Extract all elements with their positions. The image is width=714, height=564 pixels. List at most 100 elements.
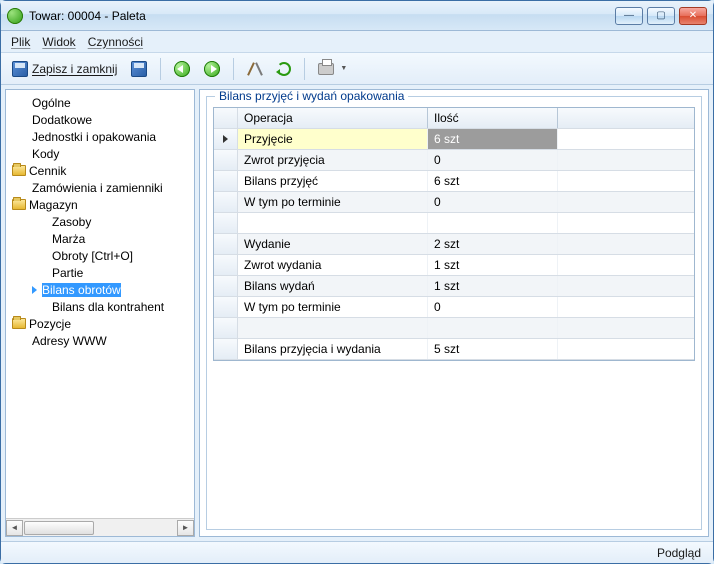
toolbar-separator [233,58,234,80]
balance-grid[interactable]: Operacja Ilość Przyjęcie6 sztZwrot przyj… [213,107,695,361]
sidebar: Ogólne Dodatkowe Jednostki i opakowania … [5,89,195,537]
row-header [214,129,238,149]
main-panel: Bilans przyjęć i wydań opakowania Operac… [199,89,709,537]
toolbar-separator [304,58,305,80]
status-mode: Podgląd [657,546,701,560]
refresh-button[interactable] [272,57,296,81]
nav-units[interactable]: Jednostki i opakowania [8,128,194,145]
tools-icon [247,61,263,77]
refresh-icon [277,62,291,76]
row-header [214,318,238,338]
save-button[interactable] [126,57,152,81]
grid-row[interactable] [214,213,694,234]
window-controls: — ▢ ✕ [615,7,707,25]
scroll-right-button[interactable]: ► [177,520,194,536]
grid-row[interactable] [214,318,694,339]
toolbar-separator [160,58,161,80]
nav-label: Zamówienia i zamienniki [32,181,163,195]
forward-button[interactable] [199,57,225,81]
nav-label: Bilans obrotów [42,283,121,297]
grid-row[interactable]: W tym po terminie0 [214,297,694,318]
dropdown-arrow-icon: ▼ [340,65,347,72]
cell-quantity: 0 [428,297,558,317]
minimize-button[interactable]: — [615,7,643,25]
grid-row[interactable]: Zwrot wydania1 szt [214,255,694,276]
nav-positions[interactable]: Pozycje [8,315,194,332]
nav-label: Ogólne [32,96,71,110]
status-bar: Podgląd [1,541,713,563]
cell-operation: W tym po terminie [238,192,428,212]
cell-quantity: 1 szt [428,255,558,275]
nav-label: Obroty [Ctrl+O] [52,249,133,263]
nav-www[interactable]: Adresy WWW [8,332,194,349]
grid-row[interactable]: Bilans przyjęcia i wydania5 szt [214,339,694,360]
back-arrow-icon [174,61,190,77]
row-header-corner [214,108,238,128]
app-icon [7,8,23,24]
cell-operation [238,213,428,233]
toolbar: Zapisz i zamknij ▼ [1,53,713,85]
print-button[interactable]: ▼ [313,57,352,81]
nav-contr-balance[interactable]: Bilans dla kontrahent [8,298,194,315]
selected-arrow-icon [32,286,37,294]
grid-row[interactable]: Bilans wydań1 szt [214,276,694,297]
nav-label: Adresy WWW [32,334,107,348]
forward-arrow-icon [204,61,220,77]
cell-operation [238,318,428,338]
nav-tree[interactable]: Ogólne Dodatkowe Jednostki i opakowania … [6,90,194,518]
menu-view[interactable]: Widok [42,35,75,49]
col-operation[interactable]: Operacja [238,108,428,128]
grid-row[interactable]: Zwrot przyjęcia0 [214,150,694,171]
nav-margin[interactable]: Marża [8,230,194,247]
nav-label: Jednostki i opakowania [32,130,156,144]
row-header [214,171,238,191]
row-header [214,234,238,254]
cell-operation: Zwrot przyjęcia [238,150,428,170]
nav-orders[interactable]: Zamówienia i zamienniki [8,179,194,196]
nav-general[interactable]: Ogólne [8,94,194,111]
nav-pricelist[interactable]: Cennik [8,162,194,179]
row-header [214,255,238,275]
nav-balance[interactable]: Bilans obrotów [8,281,194,298]
nav-codes[interactable]: Kody [8,145,194,162]
scroll-left-button[interactable]: ◄ [6,520,23,536]
save-close-label: Zapisz i zamknij [32,62,117,76]
menu-bar: Plik Widok Czynności [1,31,713,53]
nav-batches[interactable]: Partie [8,264,194,281]
tools-button[interactable] [242,57,268,81]
cell-quantity: 0 [428,192,558,212]
window-title: Towar: 00004 - Paleta [29,9,146,23]
back-button[interactable] [169,57,195,81]
sidebar-hscrollbar[interactable]: ◄ ► [6,518,194,536]
body-area: Ogólne Dodatkowe Jednostki i opakowania … [1,85,713,541]
cell-quantity: 1 szt [428,276,558,296]
close-button[interactable]: ✕ [679,7,707,25]
grid-row[interactable]: Przyjęcie6 szt [214,129,694,150]
nav-warehouse[interactable]: Magazyn [8,196,194,213]
row-header [214,276,238,296]
cell-operation: Wydanie [238,234,428,254]
nav-label: Zasoby [52,215,91,229]
grid-row[interactable]: Bilans przyjęć6 szt [214,171,694,192]
nav-turnover[interactable]: Obroty [Ctrl+O] [8,247,194,264]
grid-row[interactable]: W tym po terminie0 [214,192,694,213]
cell-quantity [428,318,558,338]
cell-operation: Bilans przyjęć [238,171,428,191]
balance-groupbox: Bilans przyjęć i wydań opakowania Operac… [206,96,702,530]
save-close-button[interactable]: Zapisz i zamknij [7,57,122,81]
col-quantity[interactable]: Ilość [428,108,558,128]
row-header [214,213,238,233]
nav-additional[interactable]: Dodatkowe [8,111,194,128]
cell-operation: Zwrot wydania [238,255,428,275]
maximize-button[interactable]: ▢ [647,7,675,25]
nav-stock[interactable]: Zasoby [8,213,194,230]
menu-actions[interactable]: Czynności [88,35,143,49]
grid-row[interactable]: Wydanie2 szt [214,234,694,255]
cell-quantity: 2 szt [428,234,558,254]
folder-icon [12,199,26,210]
nav-label: Partie [52,266,83,280]
menu-file[interactable]: Plik [11,35,30,49]
nav-label: Pozycje [29,317,71,331]
folder-icon [12,165,26,176]
scroll-thumb[interactable] [24,521,94,535]
